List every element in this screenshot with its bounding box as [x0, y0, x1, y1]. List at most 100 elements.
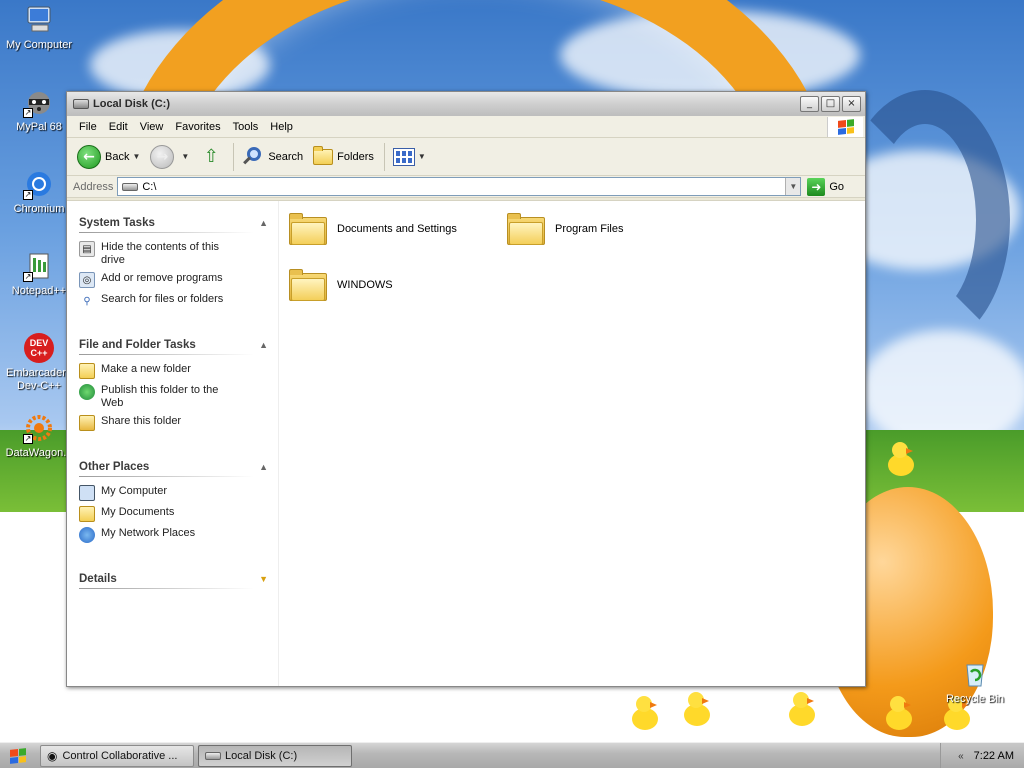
folders-label: Folders	[337, 150, 374, 163]
windows-logo-icon	[827, 117, 863, 137]
back-button[interactable]: ← Back ▼	[73, 142, 144, 172]
search-button[interactable]: Search	[238, 142, 307, 172]
system-tray: « 7:22 AM	[940, 743, 1024, 768]
explorer-window: Local Disk (C:) _ □ × File Edit View Fav…	[66, 91, 866, 687]
publish-web-icon	[79, 384, 95, 400]
chromium-icon: ↗	[23, 168, 55, 200]
search-label: Search	[268, 150, 304, 163]
drive-icon	[73, 99, 89, 109]
place-my-documents[interactable]: My Documents	[79, 506, 268, 522]
taskbar-item-control-collaborative[interactable]: ◉ Control Collaborative ...	[40, 744, 194, 767]
task-search-files[interactable]: ⚲ Search for files or folders	[79, 293, 268, 309]
back-arrow-icon: ←	[77, 144, 101, 169]
desktop-icon-label: My Computer	[5, 39, 73, 51]
start-button[interactable]	[0, 744, 36, 768]
close-button[interactable]: ×	[842, 96, 861, 112]
go-label: Go	[829, 180, 845, 193]
panel-title: Other Places	[79, 461, 150, 473]
task-hide-contents[interactable]: ▤ Hide the contents of this drive	[79, 241, 268, 267]
chevron-down-icon[interactable]: ▼	[132, 152, 140, 161]
taskbar-item-local-disk[interactable]: Local Disk (C:)	[198, 744, 352, 767]
go-button[interactable]: ➜ Go	[807, 177, 845, 196]
drive-icon	[122, 182, 139, 191]
chevron-down-icon[interactable]: ▼	[785, 178, 801, 195]
task-publish-folder[interactable]: Publish this folder to the Web	[79, 384, 268, 410]
collapse-up-icon[interactable]: ▲	[259, 340, 268, 350]
devcpp-icon: DEV C++	[23, 332, 55, 364]
raccoon-icon: ◉	[47, 748, 58, 763]
go-arrow-icon: ➜	[807, 177, 826, 196]
task-share-folder[interactable]: Share this folder	[79, 415, 268, 431]
forward-arrow-icon: →	[150, 144, 175, 169]
folders-icon	[313, 145, 334, 165]
search-icon: ⚲	[83, 295, 91, 307]
window-title: Local Disk (C:)	[93, 98, 171, 110]
hide-drive-icon: ▤	[79, 241, 95, 257]
clock[interactable]: 7:22 AM	[974, 750, 1014, 762]
panel-header[interactable]: Other Places ▲	[79, 461, 268, 477]
computer-icon	[23, 4, 55, 36]
views-button[interactable]: ▼	[389, 142, 430, 172]
documents-folder-icon	[79, 506, 95, 522]
maximize-button[interactable]: □	[821, 96, 840, 112]
forward-button[interactable]: → ▼	[146, 142, 193, 172]
drive-icon	[205, 751, 221, 760]
folder-label: Documents and Settings	[337, 223, 457, 235]
taskbar: ◉ Control Collaborative ... Local Disk (…	[0, 742, 1024, 768]
explorer-content: System Tasks ▲ ▤ Hide the contents of th…	[67, 200, 865, 686]
panel-title: System Tasks	[79, 217, 155, 229]
file-folder-tasks-panel: File and Folder Tasks ▲ Make a new folde…	[79, 339, 268, 431]
menu-file[interactable]: File	[73, 118, 103, 136]
task-make-new-folder[interactable]: Make a new folder	[79, 363, 268, 379]
desktop-icon-my-computer[interactable]: My Computer	[0, 4, 78, 52]
chevron-down-icon[interactable]: ▼	[181, 152, 189, 161]
task-add-remove-programs[interactable]: ◎ Add or remove programs	[79, 272, 268, 288]
folder-label: WINDOWS	[337, 279, 393, 291]
title-bar[interactable]: Local Disk (C:) _ □ ×	[67, 92, 865, 116]
task-pane: System Tasks ▲ ▤ Hide the contents of th…	[67, 201, 279, 686]
collapse-up-icon[interactable]: ▲	[259, 462, 268, 472]
folder-icon	[289, 269, 327, 301]
expand-down-icon[interactable]: ▼	[259, 574, 268, 584]
details-panel: Details ▼	[79, 573, 268, 589]
menu-favorites[interactable]: Favorites	[169, 118, 226, 136]
other-places-panel: Other Places ▲ My Computer My Documents …	[79, 461, 268, 543]
menu-edit[interactable]: Edit	[103, 118, 134, 136]
toolbar-separator	[233, 142, 235, 171]
folder-item[interactable]: Program Files	[507, 213, 623, 245]
menu-help[interactable]: Help	[264, 118, 299, 136]
address-value: C:\	[142, 180, 157, 193]
minimize-button[interactable]: _	[800, 96, 819, 112]
desktop-icon-recycle-bin[interactable]: Recycle Bin	[936, 658, 1014, 706]
file-list: Documents and Settings Program Files WIN…	[279, 201, 865, 686]
up-button[interactable]: ⇧	[195, 142, 227, 172]
folders-button[interactable]: Folders	[309, 142, 378, 172]
computer-icon	[79, 485, 95, 501]
panel-header[interactable]: System Tasks ▲	[79, 217, 268, 233]
windows-logo-icon	[10, 747, 26, 764]
chevron-down-icon[interactable]: ▼	[418, 152, 426, 161]
panel-header[interactable]: File and Folder Tasks ▲	[79, 339, 268, 355]
place-my-network[interactable]: My Network Places	[79, 527, 268, 543]
folder-icon	[507, 213, 545, 245]
address-label: Address	[73, 180, 114, 193]
folder-item[interactable]: WINDOWS	[289, 269, 393, 301]
menu-bar: File Edit View Favorites Tools Help	[67, 116, 865, 138]
menu-tools[interactable]: Tools	[227, 118, 265, 136]
back-label: Back	[105, 150, 130, 163]
menu-view[interactable]: View	[134, 118, 170, 136]
place-my-computer[interactable]: My Computer	[79, 485, 268, 501]
raccoon-icon: ↗	[23, 86, 55, 118]
collapse-up-icon[interactable]: ▲	[259, 218, 268, 228]
panel-header[interactable]: Details ▼	[79, 573, 268, 589]
address-input[interactable]: C:\ ▼	[117, 177, 802, 196]
panel-title: File and Folder Tasks	[79, 339, 196, 351]
toolbar-separator	[383, 142, 385, 171]
share-folder-icon	[79, 415, 95, 431]
folder-up-icon: ⇧	[203, 146, 219, 167]
folder-item[interactable]: Documents and Settings	[289, 213, 457, 245]
system-tasks-panel: System Tasks ▲ ▤ Hide the contents of th…	[79, 217, 268, 309]
recycle-bin-icon	[959, 658, 991, 690]
chevron-left-icon[interactable]: «	[958, 751, 964, 762]
views-icon	[392, 147, 415, 166]
